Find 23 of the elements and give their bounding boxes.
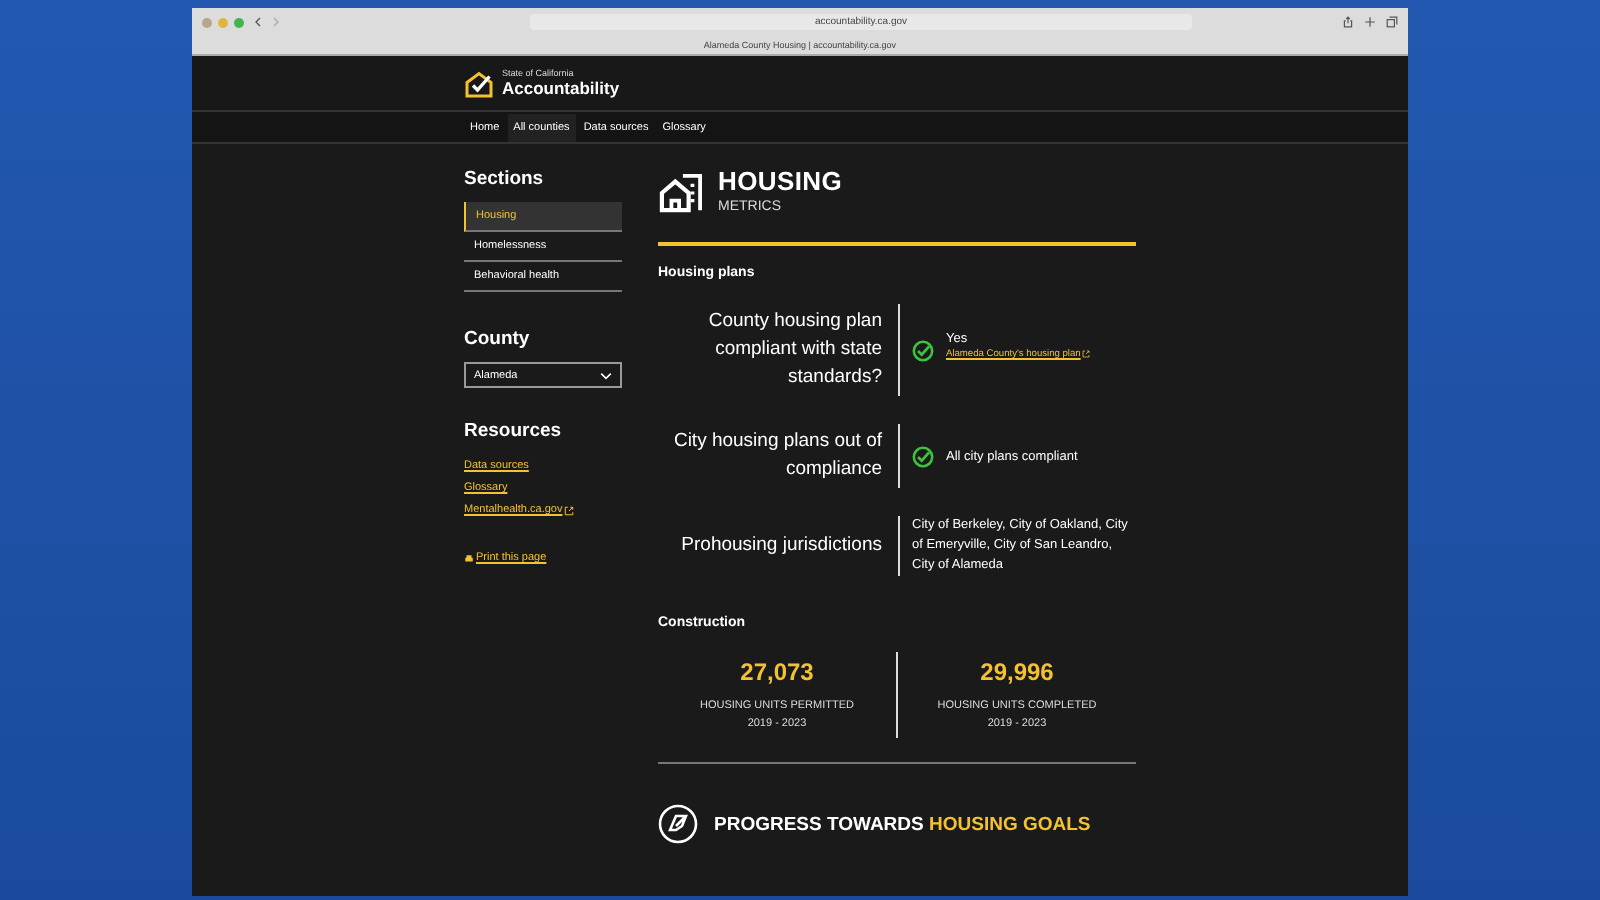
resources-heading: Resources: [464, 420, 564, 442]
metric-label: Prohousing jurisdictions: [658, 516, 900, 576]
county-heading: County: [464, 328, 532, 350]
site-title[interactable]: Accountability: [502, 78, 620, 98]
checkbox-logo-icon[interactable]: [464, 69, 494, 97]
sections-heading: Sections: [464, 168, 546, 190]
plus-icon[interactable]: [1364, 16, 1376, 28]
metric-label: City housing plans out of compliance: [658, 424, 900, 488]
chevron-down-icon: [600, 371, 612, 379]
metric-label: County housing plan compliant with state standards?: [658, 304, 900, 396]
printer-icon: [464, 553, 474, 563]
share-icon[interactable]: [1342, 16, 1354, 28]
check-circle-icon: [912, 339, 934, 361]
external-link-icon: [564, 505, 575, 515]
external-link-icon: [1082, 350, 1091, 358]
check-circle-icon: [912, 445, 934, 467]
tabs-icon[interactable]: [1386, 16, 1398, 28]
back-icon[interactable]: [254, 16, 262, 28]
section-title: PROGRESS TOWARDS HOUSING GOALS: [714, 813, 1091, 835]
stat-number: 29,996: [980, 658, 1054, 686]
page-title: HOUSING: [718, 166, 843, 196]
stat-number: 27,073: [740, 658, 814, 686]
house-building-icon: [658, 172, 704, 214]
